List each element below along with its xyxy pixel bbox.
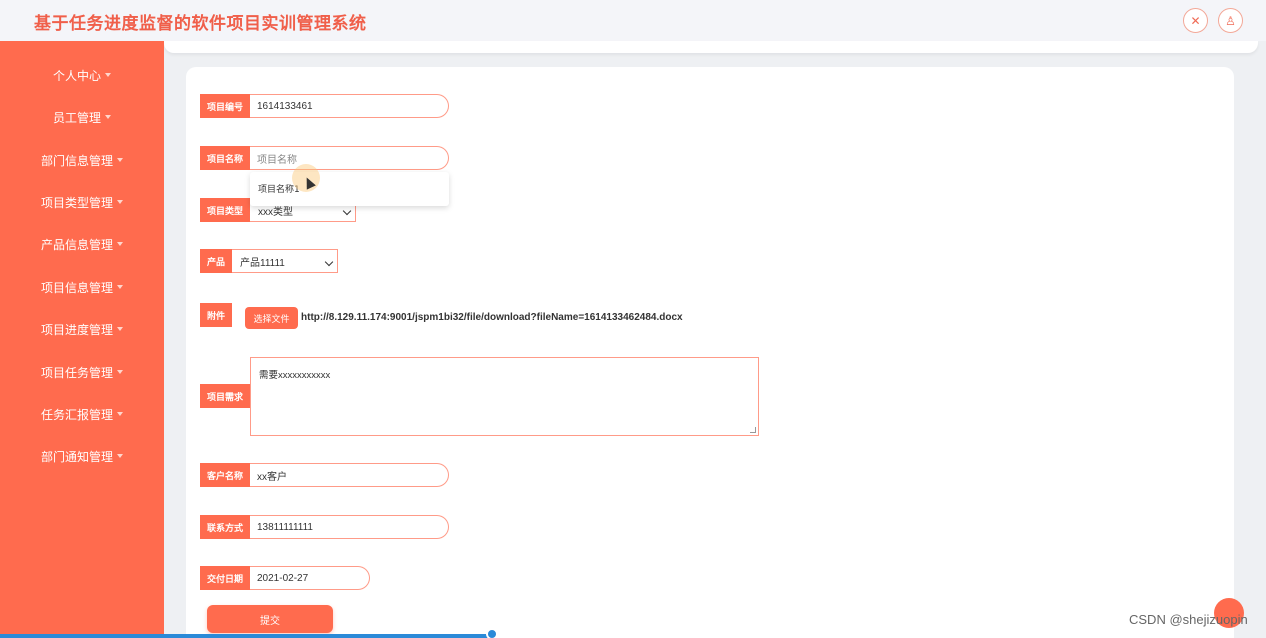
sidebar-item-label: 个人中心 <box>52 68 101 83</box>
contact-input[interactable]: 13811111111 <box>250 515 449 539</box>
expand-icon[interactable]: ✕ <box>1183 8 1208 33</box>
sidebar-item-product[interactable]: 产品信息管理 <box>0 229 164 259</box>
sidebar-item-label: 项目进度管理 <box>40 322 113 337</box>
sidebar-item-staff[interactable]: 员工管理 <box>0 102 164 132</box>
caret-down-icon <box>117 285 123 289</box>
product-label: 产品 <box>200 249 232 273</box>
video-progress-handle[interactable] <box>486 628 498 638</box>
caret-down-icon <box>117 412 123 416</box>
sidebar-item-task-report[interactable]: 任务汇报管理 <box>0 399 164 429</box>
suggestion-item[interactable]: 项目名称1 <box>258 182 441 195</box>
app-title: 基于任务进度监督的软件项目实训管理系统 <box>34 14 367 34</box>
header-strip <box>164 41 1258 53</box>
sidebar-item-department[interactable]: 部门信息管理 <box>0 145 164 175</box>
watermark: CSDN @shejizuopin <box>1129 612 1248 627</box>
sidebar-item-label: 产品信息管理 <box>40 237 113 252</box>
project-no-label: 项目编号 <box>200 94 250 118</box>
requirement-label: 项目需求 <box>200 384 250 408</box>
chevron-down-icon <box>342 206 352 216</box>
caret-down-icon <box>117 200 123 204</box>
submit-button[interactable]: 提交 <box>207 605 333 633</box>
sidebar-item-personal-center[interactable]: 个人中心 <box>0 60 164 90</box>
caret-down-icon <box>117 242 123 246</box>
video-progress-bar[interactable] <box>0 634 492 638</box>
project-type-label: 项目类型 <box>200 198 250 222</box>
project-name-input[interactable]: 项目名称 <box>250 146 449 170</box>
sidebar-item-department-notice[interactable]: 部门通知管理 <box>0 441 164 471</box>
sidebar-item-project-info[interactable]: 项目信息管理 <box>0 272 164 302</box>
attachment-url[interactable]: http://8.129.11.174:9001/jspm1bi32/file/… <box>301 312 683 323</box>
delivery-date-label: 交付日期 <box>200 566 250 590</box>
resize-handle[interactable] <box>750 427 756 433</box>
sidebar-item-label: 员工管理 <box>52 110 101 125</box>
caret-down-icon <box>117 454 123 458</box>
sidebar: 个人中心 员工管理 部门信息管理 项目类型管理 产品信息管理 项目信息管理 项目… <box>0 41 164 638</box>
contact-label: 联系方式 <box>200 515 250 539</box>
sidebar-item-project-type[interactable]: 项目类型管理 <box>0 187 164 217</box>
sidebar-item-label: 部门通知管理 <box>40 449 113 464</box>
customer-input[interactable]: xx客户 <box>250 463 449 487</box>
chevron-down-icon <box>324 257 334 267</box>
caret-down-icon <box>105 115 111 119</box>
project-name-label: 项目名称 <box>200 146 250 170</box>
sidebar-item-label: 项目任务管理 <box>40 365 113 380</box>
customer-label: 客户名称 <box>200 463 250 487</box>
sidebar-item-project-task[interactable]: 项目任务管理 <box>0 357 164 387</box>
delivery-date-input[interactable]: 2021-02-27 <box>250 566 370 590</box>
project-name-suggestion-list: 项目名称1 <box>250 172 449 206</box>
sidebar-item-label: 部门信息管理 <box>40 153 113 168</box>
caret-down-icon <box>117 327 123 331</box>
choose-file-button[interactable]: 选择文件 <box>245 307 298 329</box>
caret-down-icon <box>117 158 123 162</box>
top-bar: 基于任务进度监督的软件项目实训管理系统 ✕ ♙ <box>0 0 1266 41</box>
sidebar-item-label: 任务汇报管理 <box>40 407 113 422</box>
caret-down-icon <box>105 73 111 77</box>
requirement-text: 需要xxxxxxxxxxx <box>259 370 331 381</box>
sidebar-item-label: 项目信息管理 <box>40 280 113 295</box>
sidebar-item-label: 项目类型管理 <box>40 195 113 210</box>
product-selected: 产品11111 <box>240 257 285 269</box>
sidebar-item-project-progress[interactable]: 项目进度管理 <box>0 314 164 344</box>
project-no-input[interactable]: 1614133461 <box>250 94 449 118</box>
caret-down-icon <box>117 370 123 374</box>
attachment-label: 附件 <box>200 303 232 327</box>
requirement-textarea[interactable]: 需要xxxxxxxxxxx <box>250 357 759 436</box>
user-icon[interactable]: ♙ <box>1218 8 1243 33</box>
product-select[interactable]: 产品11111 <box>232 249 338 273</box>
